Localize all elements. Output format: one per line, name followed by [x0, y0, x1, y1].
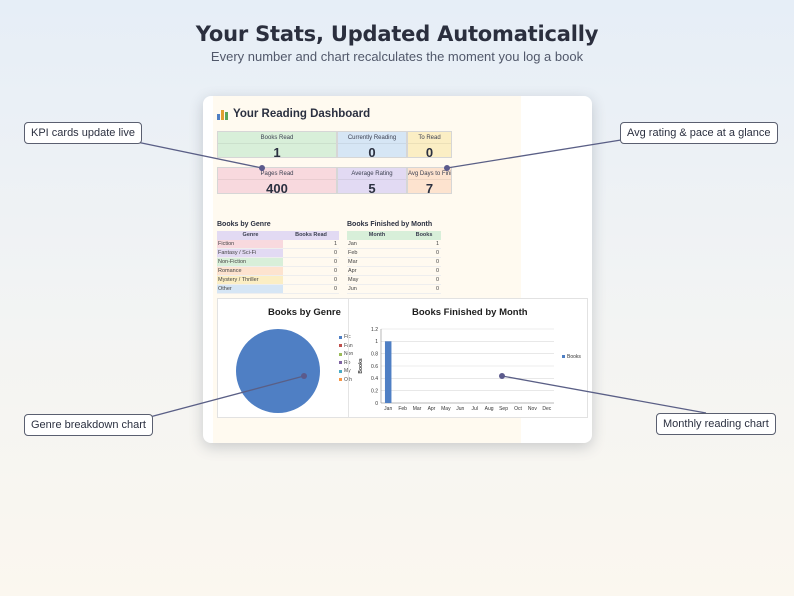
genre-leader-line [145, 375, 305, 419]
kpi-anchor-dot [259, 165, 265, 171]
genre-anchor-dot [301, 373, 307, 379]
rating-anchor-dot [444, 165, 450, 171]
callout-kpi-cards: KPI cards update live [24, 122, 142, 144]
monthly-anchor-dot [499, 373, 505, 379]
callout-monthly-chart: Monthly reading chart [656, 413, 776, 435]
kpi-leader-line [131, 140, 263, 169]
callout-genre-chart: Genre breakdown chart [24, 414, 153, 436]
callout-avg-rating: Avg rating & pace at a glance [620, 122, 778, 144]
callout-leader-lines [131, 139, 707, 419]
rating-leader-line [446, 139, 622, 169]
monthly-leader-line [501, 375, 707, 414]
